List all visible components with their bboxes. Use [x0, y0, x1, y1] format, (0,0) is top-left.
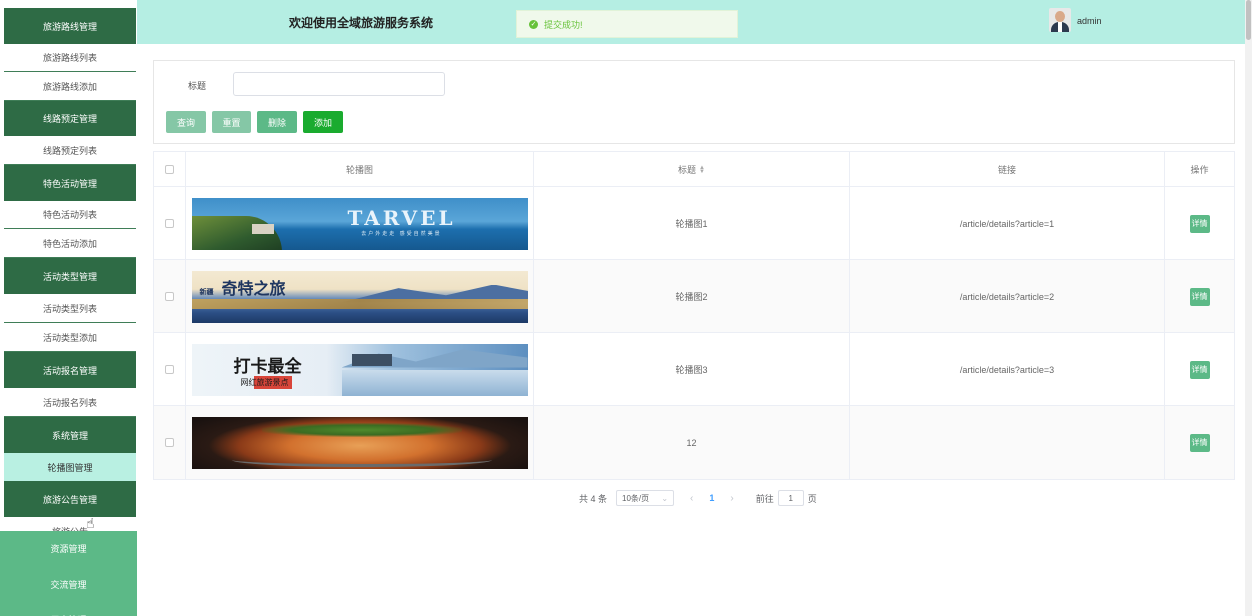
- sidebar-bottom-exchange[interactable]: 交流管理: [0, 566, 137, 602]
- sidebar-item-route-list[interactable]: 旅游路线列表: [4, 44, 136, 72]
- row-title: 轮播图1: [534, 187, 850, 260]
- row-title: 12: [534, 406, 850, 479]
- current-page[interactable]: 1: [709, 493, 714, 503]
- avatar[interactable]: [1049, 8, 1071, 32]
- sidebar-group-system[interactable]: 系统管理: [4, 417, 136, 453]
- page-size-value: 10条/页: [622, 493, 650, 503]
- row-link: /article/details?article=1: [850, 187, 1165, 260]
- page-title: 欢迎使用全域旅游服务系统: [289, 16, 434, 30]
- sidebar-item-activity-list[interactable]: 特色活动列表: [4, 201, 136, 229]
- pagination-total: 共 4 条: [579, 493, 608, 504]
- row-link: /article/details?article=3: [850, 333, 1165, 406]
- sort-caret-icon[interactable]: ▲ ▼: [699, 165, 705, 175]
- banner-3-subtext: 网红旅游景点: [237, 375, 292, 389]
- chevron-down-icon: ⌄: [661, 493, 669, 503]
- hand-pointer-icon: ☝: [86, 515, 95, 531]
- row-action-cell: 详情: [1165, 260, 1234, 333]
- add-button[interactable]: 添加: [303, 111, 343, 133]
- detail-button[interactable]: 详情: [1189, 287, 1210, 306]
- header: 欢迎使用全域旅游服务系统 ✓ 提交成功! admin: [137, 0, 1245, 44]
- sidebar-item-activity-type-add[interactable]: 活动类型添加: [4, 323, 136, 352]
- sidebar-bottom-user[interactable]: 用户管理: [0, 602, 137, 616]
- sidebar-item-route-add[interactable]: 旅游路线添加: [4, 72, 136, 101]
- detail-button[interactable]: 详情: [1189, 360, 1210, 379]
- banner-3-text: 打卡最全: [233, 356, 302, 377]
- sidebar-bottom-resource[interactable]: 资源管理: [0, 531, 137, 566]
- search-panel: 标题 查询 重置 删除 添加: [153, 60, 1235, 144]
- carousel-image-4: [191, 416, 528, 469]
- check-circle-icon: ✓: [529, 19, 538, 29]
- sidebar-group-route[interactable]: 旅游路线管理: [4, 8, 136, 44]
- column-header-title[interactable]: 标题 ▲ ▼: [534, 152, 850, 187]
- delete-button[interactable]: 删除: [257, 111, 297, 133]
- sidebar-item-activity-type-list[interactable]: 活动类型列表: [4, 294, 136, 323]
- carousel-table: 轮播图 标题 ▲ ▼ 链接 操作 TARVEL 去户外走走 感受自然美景 轮播图1…: [153, 151, 1235, 480]
- title-filter-label: 标题: [188, 81, 207, 91]
- column-header-title-label: 标题: [678, 165, 697, 175]
- row-action-cell: 详情: [1165, 406, 1234, 479]
- sidebar-item-activity-add[interactable]: 特色活动添加: [4, 229, 136, 258]
- row-checkbox[interactable]: [165, 292, 174, 301]
- row-checkbox[interactable]: [165, 365, 174, 374]
- carousel-image-cell: [186, 406, 534, 479]
- row-title: 轮播图3: [534, 333, 850, 406]
- row-select-cell: [154, 260, 186, 333]
- sidebar-item-booking-list[interactable]: 线路预定列表: [4, 136, 136, 165]
- reset-button[interactable]: 重置: [212, 111, 251, 133]
- column-header-link: 链接: [850, 152, 1165, 187]
- prev-page-icon[interactable]: ‹: [690, 493, 693, 504]
- row-select-cell: [154, 187, 186, 260]
- goto-page-input[interactable]: 1: [777, 490, 804, 506]
- title-search-input[interactable]: [233, 72, 445, 96]
- carousel-image-3: 打卡最全 网红旅游景点: [191, 343, 528, 396]
- sidebar-group-signup[interactable]: 活动报名管理: [4, 352, 136, 388]
- banner-2-subtext: 新疆: [199, 288, 214, 296]
- table-row: 奇特之旅 新疆 轮播图2 /article/details?article=2 …: [154, 260, 1234, 333]
- sidebar-group-notice[interactable]: 旅游公告管理: [4, 481, 136, 517]
- row-select-cell: [154, 406, 186, 479]
- sidebar-item-signup-list[interactable]: 活动报名列表: [4, 388, 136, 417]
- detail-button[interactable]: 详情: [1189, 214, 1210, 233]
- row-action-cell: 详情: [1165, 333, 1234, 406]
- sidebar: 旅游路线管理 旅游路线列表 旅游路线添加 线路预定管理 线路预定列表 特色活动管…: [0, 0, 137, 616]
- row-checkbox[interactable]: [165, 438, 174, 447]
- row-link: /article/details?article=2: [850, 260, 1165, 333]
- table-row: 12 详情: [154, 406, 1234, 479]
- sidebar-item-carousel[interactable]: 轮播图管理: [4, 453, 136, 481]
- pagination: 共 4 条 10条/页 ⌄ ‹ 1 › 前往 1 页: [579, 490, 817, 506]
- carousel-image-cell: 奇特之旅 新疆: [186, 260, 534, 333]
- sidebar-group-activity-type[interactable]: 活动类型管理: [4, 258, 136, 294]
- carousel-image-1: TARVEL 去户外走走 感受自然美景: [191, 197, 528, 250]
- detail-button[interactable]: 详情: [1189, 433, 1210, 452]
- row-select-cell: [154, 333, 186, 406]
- select-all-cell: [154, 152, 186, 187]
- success-toast: ✓ 提交成功!: [516, 10, 738, 38]
- row-checkbox[interactable]: [165, 219, 174, 228]
- row-link: [850, 406, 1165, 479]
- carousel-image-cell: TARVEL 去户外走走 感受自然美景: [186, 187, 534, 260]
- row-title: 轮播图2: [534, 260, 850, 333]
- select-all-checkbox[interactable]: [165, 165, 174, 174]
- column-header-image: 轮播图: [186, 152, 534, 187]
- user-name[interactable]: admin: [1077, 16, 1102, 26]
- table-header: 轮播图 标题 ▲ ▼ 链接 操作: [154, 152, 1234, 187]
- goto-label: 前往: [755, 493, 774, 504]
- carousel-image-2: 奇特之旅 新疆: [191, 270, 528, 323]
- banner-2-text: 奇特之旅: [221, 278, 286, 298]
- sidebar-group-booking[interactable]: 线路预定管理: [4, 101, 136, 136]
- table-row: TARVEL 去户外走走 感受自然美景 轮播图1 /article/detail…: [154, 187, 1234, 260]
- next-page-icon[interactable]: ›: [730, 493, 733, 504]
- toast-message: 提交成功!: [544, 19, 583, 30]
- banner-1-text: TARVEL: [347, 205, 456, 230]
- row-action-cell: 详情: [1165, 187, 1234, 260]
- query-button[interactable]: 查询: [166, 111, 206, 133]
- column-header-action: 操作: [1190, 165, 1209, 175]
- page-scrollbar[interactable]: [1245, 0, 1252, 616]
- page-size-select[interactable]: 10条/页 ⌄: [616, 490, 675, 506]
- page-unit-label: 页: [807, 493, 817, 504]
- table-row: 打卡最全 网红旅游景点 轮播图3 /article/details?articl…: [154, 333, 1234, 406]
- banner-1-subtext: 去户外走走 感受自然美景: [361, 230, 442, 237]
- sidebar-group-activity[interactable]: 特色活动管理: [4, 165, 136, 201]
- carousel-image-cell: 打卡最全 网红旅游景点: [186, 333, 534, 406]
